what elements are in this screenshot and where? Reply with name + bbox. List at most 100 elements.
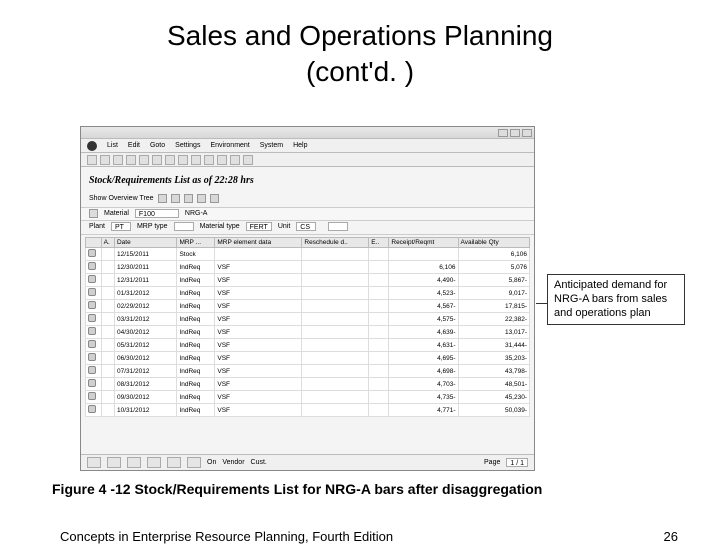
- cell-date: 09/30/2012: [114, 391, 176, 404]
- plant-input[interactable]: PT: [111, 222, 131, 231]
- tree-icon[interactable]: [171, 194, 180, 203]
- col-receipt[interactable]: Receipt/Reqmt: [389, 238, 458, 248]
- footer-text: Concepts in Enterprise Resource Planning…: [60, 529, 393, 544]
- row-icon-cell[interactable]: [86, 248, 102, 261]
- table-row[interactable]: 12/15/2011Stock6,106: [86, 248, 530, 261]
- maximize-icon[interactable]: [510, 129, 520, 137]
- cell-reschedule: [302, 274, 369, 287]
- col-a[interactable]: A.: [101, 238, 114, 248]
- toolbar-button[interactable]: [191, 155, 201, 165]
- toolbar-button[interactable]: [100, 155, 110, 165]
- toolbar-button[interactable]: [152, 155, 162, 165]
- col-mrp-data[interactable]: MRP element data: [215, 238, 302, 248]
- material-type-input[interactable]: FERT: [246, 222, 272, 231]
- toolbar-button[interactable]: [139, 155, 149, 165]
- menu-item[interactable]: Edit: [128, 142, 140, 149]
- toolbar-button[interactable]: [113, 155, 123, 165]
- record-icon: [88, 353, 96, 361]
- record-icon: [88, 301, 96, 309]
- cell-e: [369, 287, 389, 300]
- row-icon-cell[interactable]: [86, 378, 102, 391]
- row-icon-cell[interactable]: [86, 261, 102, 274]
- table-row[interactable]: 03/31/2012IndReqVSF4,575-22,382-: [86, 313, 530, 326]
- row-icon-cell[interactable]: [86, 365, 102, 378]
- toolbar-button[interactable]: [243, 155, 253, 165]
- menu-item[interactable]: Help: [293, 142, 307, 149]
- unit-input[interactable]: CS: [296, 222, 316, 231]
- window-buttons: [498, 129, 532, 137]
- cell-mrp-el: IndReq: [177, 300, 215, 313]
- table-row[interactable]: 01/31/2012IndReqVSF4,523-9,017-: [86, 287, 530, 300]
- table-row[interactable]: 12/31/2011IndReqVSF4,490-5,867-: [86, 274, 530, 287]
- status-button[interactable]: [147, 457, 161, 468]
- cell-mrp-data: VSF: [215, 300, 302, 313]
- table-row[interactable]: 04/30/2012IndReqVSF4,639-13,017-: [86, 326, 530, 339]
- toolbar-button[interactable]: [178, 155, 188, 165]
- row-icon-cell[interactable]: [86, 313, 102, 326]
- col-available[interactable]: Available Qty: [458, 238, 529, 248]
- row-icon-cell[interactable]: [86, 339, 102, 352]
- toolbar-button[interactable]: [87, 155, 97, 165]
- row-icon-cell[interactable]: [86, 326, 102, 339]
- toolbar-button[interactable]: [204, 155, 214, 165]
- mrp-type-input[interactable]: [174, 222, 194, 231]
- menu-item[interactable]: Settings: [175, 142, 200, 149]
- status-button[interactable]: [167, 457, 181, 468]
- row-icon-cell[interactable]: [86, 404, 102, 417]
- row-icon-cell[interactable]: [86, 300, 102, 313]
- table-row[interactable]: 08/31/2012IndReqVSF4,703-48,501-: [86, 378, 530, 391]
- vendor-label[interactable]: Vendor: [222, 459, 244, 466]
- table-row[interactable]: 12/30/2011IndReqVSF6,1065,076: [86, 261, 530, 274]
- col-reschedule[interactable]: Reschedule d..: [302, 238, 369, 248]
- sub-toolbar: Show Overview Tree: [81, 192, 534, 207]
- page-value[interactable]: 1 / 1: [506, 458, 528, 467]
- record-icon: [88, 288, 96, 296]
- cell-receipt: 4,698-: [389, 365, 458, 378]
- cell-date: 12/15/2011: [114, 248, 176, 261]
- table-row[interactable]: 02/29/2012IndReqVSF4,567-17,815-: [86, 300, 530, 313]
- table-row[interactable]: 09/30/2012IndReqVSF4,735-45,230-: [86, 391, 530, 404]
- menu-item[interactable]: Goto: [150, 142, 165, 149]
- toolbar-button[interactable]: [165, 155, 175, 165]
- row-icon-cell[interactable]: [86, 287, 102, 300]
- col-mrp[interactable]: MRP ...: [177, 238, 215, 248]
- cell-date: 07/31/2012: [114, 365, 176, 378]
- table-row[interactable]: 06/30/2012IndReqVSF4,695-35,203-: [86, 352, 530, 365]
- app-menu-icon[interactable]: [87, 141, 97, 151]
- page-input[interactable]: [328, 222, 348, 231]
- lock-icon[interactable]: [89, 209, 98, 218]
- menu-item[interactable]: List: [107, 142, 118, 149]
- minimize-icon[interactable]: [498, 129, 508, 137]
- status-button[interactable]: [127, 457, 141, 468]
- toolbar-button[interactable]: [217, 155, 227, 165]
- show-overview-label[interactable]: Show Overview Tree: [89, 195, 154, 202]
- table-row[interactable]: 10/31/2012IndReqVSF4,771-50,039-: [86, 404, 530, 417]
- cell-date: 02/29/2012: [114, 300, 176, 313]
- row-icon-cell[interactable]: [86, 352, 102, 365]
- status-button[interactable]: [187, 457, 201, 468]
- material-input[interactable]: F100: [135, 209, 179, 218]
- cell-reschedule: [302, 391, 369, 404]
- status-button[interactable]: [107, 457, 121, 468]
- cell-mrp-data: VSF: [215, 378, 302, 391]
- cell-available: 9,017-: [458, 287, 529, 300]
- col-e[interactable]: E..: [369, 238, 389, 248]
- settings-icon[interactable]: [210, 194, 219, 203]
- row-icon-cell[interactable]: [86, 391, 102, 404]
- status-button[interactable]: [87, 457, 101, 468]
- menu-item[interactable]: System: [260, 142, 283, 149]
- view-icon[interactable]: [197, 194, 206, 203]
- menu-item[interactable]: Environment: [210, 142, 249, 149]
- toolbar-button[interactable]: [230, 155, 240, 165]
- close-icon[interactable]: [522, 129, 532, 137]
- col-date[interactable]: Date: [114, 238, 176, 248]
- table-row[interactable]: 05/31/2012IndReqVSF4,631-31,444-: [86, 339, 530, 352]
- row-icon-cell[interactable]: [86, 274, 102, 287]
- col-icon[interactable]: [86, 238, 102, 248]
- table-row[interactable]: 07/31/2012IndReqVSF4,698-43,798-: [86, 365, 530, 378]
- refresh-icon[interactable]: [184, 194, 193, 203]
- toolbar-button[interactable]: [126, 155, 136, 165]
- toolbar: [81, 153, 534, 167]
- filter-icon[interactable]: [158, 194, 167, 203]
- cust-label[interactable]: Cust.: [251, 459, 267, 466]
